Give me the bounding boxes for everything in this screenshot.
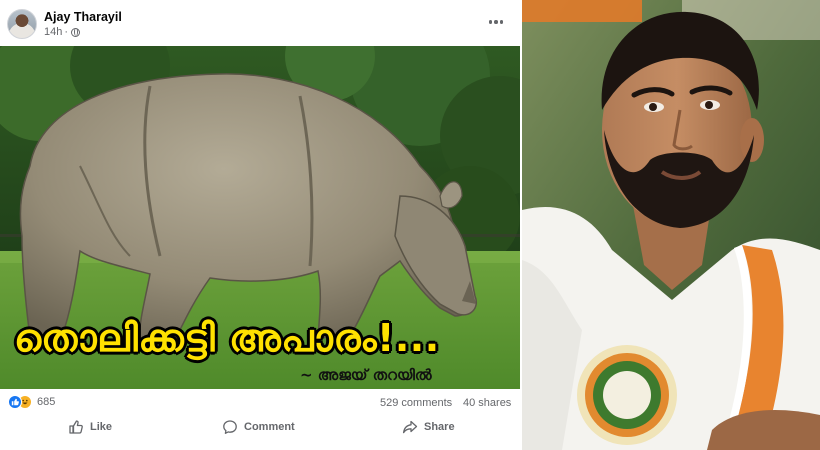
post-image[interactable]: തൊലിക്കട്ടി അപാരം!... ~ അജയ് തറയിൽ — [0, 46, 520, 389]
post-stats: 685 529 comments 40 shares — [0, 392, 520, 414]
share-label: Share — [424, 421, 455, 433]
comment-icon — [223, 420, 237, 434]
facebook-post: Ajay Tharayil 14h · തൊലിക്കട്ടി അപാരം!..… — [0, 0, 520, 450]
post-time[interactable]: 14h — [44, 26, 62, 38]
reactions-summary[interactable]: 685 — [8, 395, 55, 409]
share-button[interactable]: Share — [402, 417, 455, 437]
comment-label: Comment — [244, 421, 295, 433]
post-actions: Like Comment Share — [0, 414, 520, 440]
like-label: Like — [90, 421, 113, 433]
post-header: Ajay Tharayil 14h · — [0, 0, 520, 46]
share-icon — [402, 420, 418, 434]
image-caption: തൊലിക്കട്ടി അപാരം!... — [14, 316, 440, 360]
like-button[interactable]: Like — [68, 417, 112, 437]
comment-button[interactable]: Comment — [222, 417, 295, 437]
author-name[interactable]: Ajay Tharayil — [44, 10, 122, 24]
portrait-photo — [522, 0, 820, 450]
author-avatar[interactable] — [7, 9, 37, 39]
comments-count[interactable]: 529 comments — [380, 397, 452, 409]
post-meta: 14h · — [44, 26, 81, 38]
reactions-count: 685 — [37, 396, 56, 408]
like-reaction-icon — [8, 395, 22, 409]
image-signature: ~ അജയ് തറയിൽ — [300, 366, 432, 384]
thumbs-up-icon — [69, 420, 83, 434]
globe-icon — [71, 27, 81, 37]
man-portrait — [522, 0, 820, 450]
more-options-icon[interactable] — [485, 12, 507, 32]
shares-count[interactable]: 40 shares — [463, 397, 511, 409]
